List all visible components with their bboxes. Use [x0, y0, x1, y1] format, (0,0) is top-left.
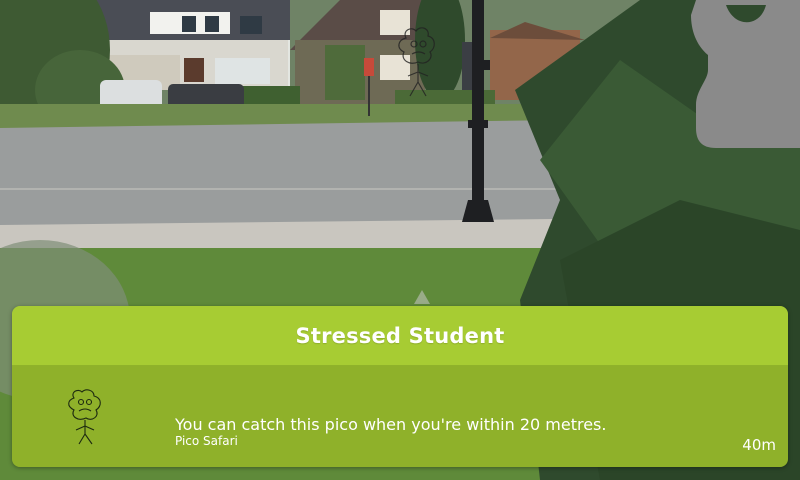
- menu-shape-icon[interactable]: [686, 0, 800, 148]
- pico-info-card[interactable]: Stressed Student You can catch this pico…: [12, 306, 788, 467]
- stressed-student-pico-icon: [68, 389, 101, 445]
- catch-range-message: You can catch this pico when you're with…: [175, 415, 607, 434]
- distance-readout: 40m: [742, 436, 776, 454]
- card-header: Stressed Student: [12, 306, 788, 366]
- card-body: You can catch this pico when you're with…: [12, 366, 788, 467]
- pico-creature-icon[interactable]: [392, 24, 444, 98]
- pico-name-title: Stressed Student: [295, 323, 505, 348]
- source-label: Pico Safari: [175, 434, 238, 448]
- direction-pointer-icon: [414, 290, 430, 304]
